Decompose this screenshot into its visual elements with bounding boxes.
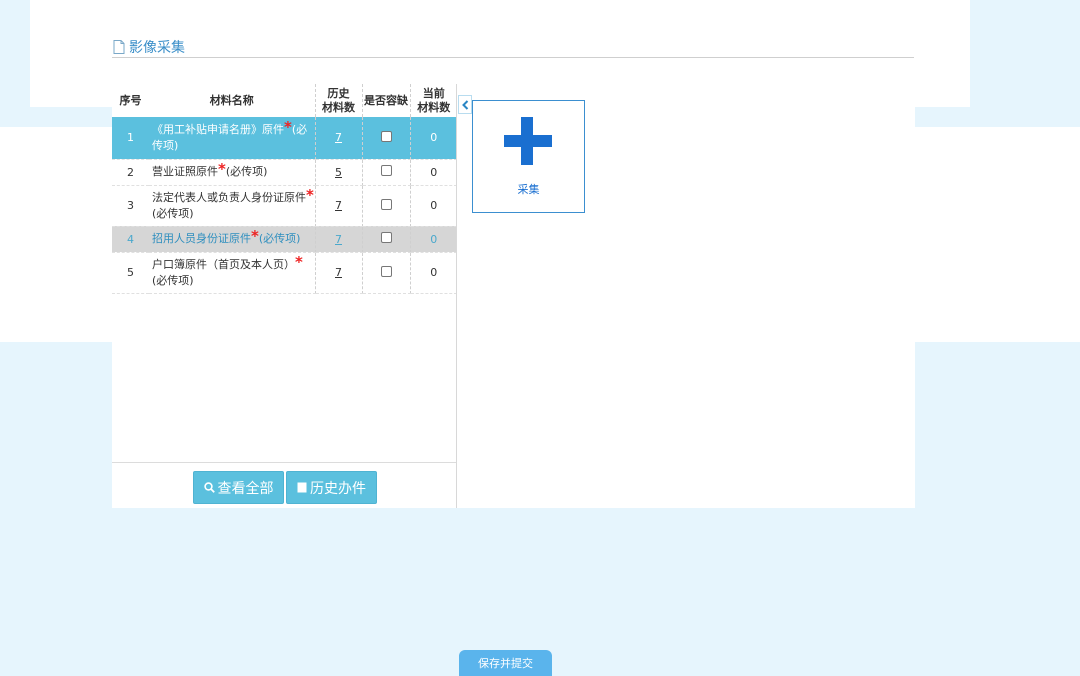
fault-tolerant-checkbox[interactable]	[380, 198, 392, 210]
search-icon	[203, 482, 215, 493]
required-note: (必传项)	[225, 165, 268, 178]
title-divider	[112, 57, 914, 58]
row-fault-tolerant	[362, 159, 411, 186]
row-history-count[interactable]: 7	[315, 117, 363, 160]
required-star: *	[284, 117, 292, 136]
row-index: 1	[112, 117, 149, 160]
row-material-name[interactable]: 法定代表人或负责人身份证原件*(必传项)	[149, 185, 316, 227]
materials-panel: 序号 材料名称 历史 材料数 是否容缺 当前 材料数 1 《用工补贴申请名册》原…	[112, 84, 457, 508]
col-header-fault-tolerant: 是否容缺	[362, 84, 411, 117]
row-current-count: 0	[410, 185, 457, 227]
row-material-name[interactable]: 营业证照原件*(必传项)	[149, 159, 316, 186]
table-row[interactable]: 1 《用工补贴申请名册》原件*(必传项) 7 0	[112, 117, 457, 160]
required-star: *	[306, 185, 314, 204]
col-header-current-line2: 材料数	[417, 100, 451, 114]
collapse-panel-toggle[interactable]	[458, 95, 472, 114]
panel-divider	[456, 84, 457, 508]
capture-button[interactable]: 采集	[472, 100, 585, 213]
row-material-name[interactable]: 招用人员身份证原件*(必传项)	[149, 226, 316, 253]
required-star: *	[295, 252, 303, 271]
required-note: (必传项)	[152, 273, 194, 287]
row-history-count[interactable]: 7	[315, 226, 363, 253]
row-material-name[interactable]: 《用工补贴申请名册》原件*(必传项)	[149, 117, 316, 160]
col-header-current-line1: 当前	[422, 86, 445, 100]
col-header-current: 当前 材料数	[410, 84, 457, 117]
fault-tolerant-checkbox[interactable]	[380, 165, 392, 176]
fault-tolerant-checkbox[interactable]	[380, 130, 392, 142]
history-cases-label: 历史办件	[310, 480, 366, 497]
section-title: 影像采集	[113, 37, 185, 57]
table-row[interactable]: 5 户口簿原件（首页及本人页）* (必传项) 7 0	[112, 252, 457, 294]
row-current-count: 0	[410, 159, 457, 186]
row-current-count: 0	[410, 117, 457, 160]
table-action-bar: 查看全部 历史办件	[112, 462, 457, 509]
required-note: (必传项)	[258, 232, 301, 245]
col-header-history-line1: 历史	[327, 86, 350, 100]
view-all-label: 查看全部	[217, 480, 274, 497]
fault-tolerant-checkbox[interactable]	[380, 265, 392, 277]
row-index: 4	[112, 226, 149, 253]
row-history-count[interactable]: 5	[315, 159, 363, 186]
section-title-text: 影像采集	[129, 40, 185, 56]
table-row[interactable]: 3 法定代表人或负责人身份证原件*(必传项) 7 0	[112, 185, 457, 227]
row-material-name[interactable]: 户口簿原件（首页及本人页）* (必传项)	[149, 252, 316, 294]
row-fault-tolerant	[362, 226, 411, 253]
row-current-count: 0	[410, 252, 457, 294]
book-icon	[297, 482, 307, 493]
capture-label: 采集	[517, 183, 540, 196]
row-history-count[interactable]: 7	[315, 185, 363, 227]
chevron-left-icon	[461, 99, 468, 110]
col-header-name: 材料名称	[149, 84, 316, 117]
save-submit-button[interactable]: 保存并提交	[459, 650, 552, 676]
required-note: (必传项)	[152, 206, 194, 220]
materials-table: 序号 材料名称 历史 材料数 是否容缺 当前 材料数 1 《用工补贴申请名册》原…	[112, 84, 457, 294]
table-row[interactable]: 4 招用人员身份证原件*(必传项) 7 0	[112, 226, 457, 253]
row-history-count[interactable]: 7	[315, 252, 363, 294]
col-header-index: 序号	[119, 93, 142, 107]
row-fault-tolerant	[362, 117, 411, 160]
document-icon	[113, 40, 125, 54]
table-row[interactable]: 2 营业证照原件*(必传项) 5 0	[112, 159, 457, 186]
row-fault-tolerant	[362, 252, 411, 294]
row-fault-tolerant	[362, 185, 411, 227]
row-index: 2	[112, 159, 149, 186]
required-star: *	[218, 160, 226, 178]
col-header-history: 历史 材料数	[315, 84, 363, 117]
row-index: 5	[112, 252, 149, 294]
row-index: 3	[112, 185, 149, 227]
view-all-button[interactable]: 查看全部	[193, 471, 284, 504]
history-cases-button[interactable]: 历史办件	[286, 471, 377, 504]
col-header-history-line2: 材料数	[322, 100, 355, 114]
fault-tolerant-checkbox[interactable]	[380, 232, 392, 243]
required-star: *	[251, 227, 259, 245]
row-current-count: 0	[410, 226, 457, 253]
